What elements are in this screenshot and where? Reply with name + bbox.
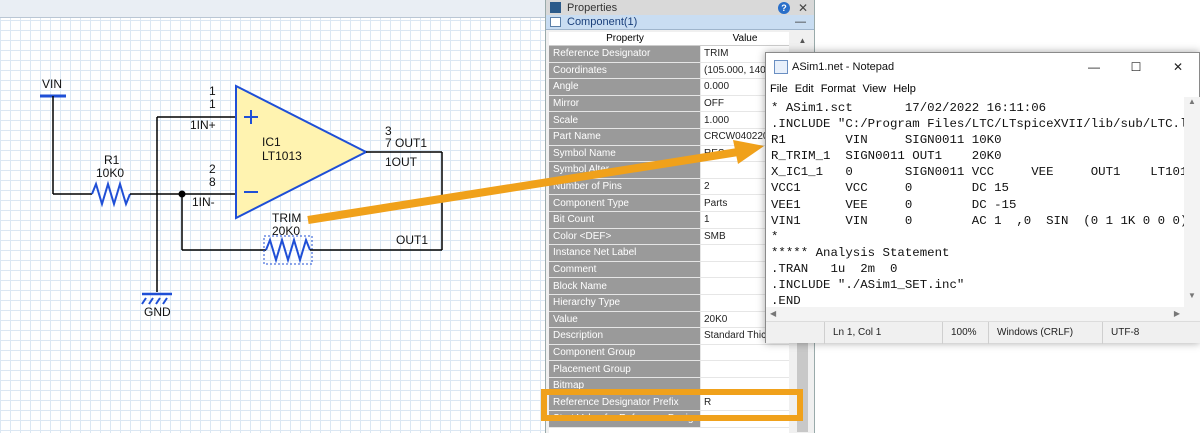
menu-format[interactable]: Format: [821, 83, 856, 95]
scroll-down-arrow-icon[interactable]: ▼: [1184, 291, 1200, 305]
netlist-line: VEE1 VEE 0 DC -15: [771, 197, 1017, 212]
menu-edit[interactable]: Edit: [795, 83, 814, 95]
arrow-shaft: [307, 148, 739, 224]
menu-file[interactable]: File: [770, 83, 788, 95]
scroll-left-arrow-icon[interactable]: ◀: [770, 309, 776, 318]
screen: VIN R1 10K0 GND IC1 LT1013 1 1 1IN+ 2 8 …: [0, 0, 1200, 433]
netlist-line: .TRAN 1u 2m 0: [771, 261, 898, 276]
notepad-status-bar: Ln 1, Col 1 100% Windows (CRLF) UTF-8: [766, 321, 1200, 344]
netlist-line: .INCLUDE "C:/Program Files/LTC/LTspiceXV…: [771, 117, 1184, 132]
notepad-text-area[interactable]: * ASim1.sct 17/02/2022 16:11:06 .INCLUDE …: [766, 97, 1184, 325]
netlist-line: R_TRIM_1 SIGN0011 OUT1 20K0: [771, 149, 1002, 164]
notepad-menu-bar: File Edit Format View Help: [766, 81, 1199, 97]
status-position: Ln 1, Col 1: [824, 321, 942, 344]
netlist-line: * ASim1.sct 17/02/2022 16:11:06: [771, 101, 1047, 115]
window-close-icon[interactable]: ✕: [1157, 60, 1199, 74]
netlist-line: VIN1 VIN 0 AC 1 ,0 SIN (0 1 1K 0 0 0): [771, 213, 1184, 228]
menu-help[interactable]: Help: [893, 83, 916, 95]
maximize-icon[interactable]: ☐: [1115, 60, 1157, 74]
netlist-line: X_IC1_1 0 SIGN0011 VCC VEE OUT1 LT1013: [771, 165, 1184, 180]
netlist-line: VCC1 VCC 0 DC 15: [771, 181, 1009, 196]
notepad-title-bar: ASim1.net - Notepad — ☐ ✕: [766, 53, 1199, 81]
netlist-line: *: [771, 229, 779, 244]
arrow-head: [733, 140, 764, 164]
netlist-line: .INCLUDE "./ASim1_SET.inc": [771, 278, 965, 293]
notepad-window: ASim1.net - Notepad — ☐ ✕ File Edit Form…: [765, 52, 1200, 344]
scroll-up-arrow-icon[interactable]: ▲: [1184, 97, 1200, 111]
minimize-icon[interactable]: —: [1073, 60, 1115, 74]
notepad-icon: [774, 60, 788, 74]
netlist-line: R1 VIN SIGN0011 10K0: [771, 133, 1002, 148]
scroll-right-arrow-icon[interactable]: ▶: [1174, 309, 1180, 318]
status-zoom: 100%: [942, 321, 988, 344]
status-line-ending: Windows (CRLF): [988, 321, 1102, 344]
status-encoding: UTF-8: [1102, 321, 1200, 344]
netlist-line: ***** Analysis Statement: [771, 245, 950, 260]
notepad-horizontal-scrollbar[interactable]: ◀ ▶: [766, 307, 1184, 321]
notepad-vertical-scrollbar[interactable]: ▲ ▼: [1184, 97, 1200, 321]
notepad-title: ASim1.net - Notepad: [792, 61, 895, 73]
menu-view[interactable]: View: [863, 83, 887, 95]
